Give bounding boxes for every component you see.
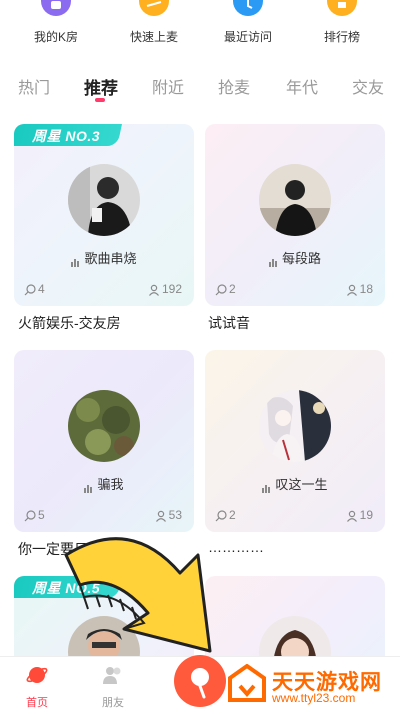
arrow-overlay	[64, 537, 212, 653]
watermark: 天天游戏网 www.ttyl23.com	[228, 663, 398, 710]
song-title-text: 每段路	[281, 251, 321, 266]
quick-entry-label: 快速上麦	[129, 30, 178, 44]
room-card[interactable]: 周星 NO.3 歌曲串烧 4 192	[14, 124, 194, 306]
avatar	[68, 164, 140, 236]
leaderboard-icon	[327, 0, 357, 16]
song-title-text: 歌曲串烧	[84, 251, 137, 266]
room-card[interactable]: 每段路 2 18	[205, 124, 385, 306]
listener-count: 192	[148, 282, 182, 296]
avatar	[259, 164, 331, 236]
song-title: 歌曲串烧	[14, 248, 194, 268]
song-title-text: 叹这一生	[275, 477, 328, 492]
song-title: 叹这一生	[205, 474, 385, 494]
watermark-url: www.ttyl23.com	[272, 691, 356, 705]
listener-count-text: 192	[161, 282, 182, 296]
friends-icon	[103, 667, 121, 684]
quick-mic-icon	[139, 0, 169, 16]
comment-count: 5	[24, 508, 45, 522]
comment-icon	[215, 284, 227, 296]
quick-entry-label: 排行榜	[323, 30, 360, 44]
quick-entries: 我的K房 快速上麦 最近访问 排行榜	[0, 0, 400, 60]
quick-entry-leaderboard[interactable]: 排行榜	[292, 0, 392, 60]
listener-count-text: 18	[359, 282, 373, 296]
room-card[interactable]: 叹这一生 2 19	[205, 350, 385, 532]
person-icon	[346, 284, 357, 296]
nav-friends-label: 朋友	[102, 697, 124, 709]
avatar	[259, 390, 331, 462]
tab-recommend[interactable]: 推荐	[84, 74, 118, 99]
music-bars-icon	[268, 252, 278, 268]
microphone-icon	[191, 668, 209, 699]
listener-count: 19	[346, 508, 373, 522]
music-bars-icon	[84, 478, 93, 494]
comment-count-text: 2	[229, 282, 236, 296]
person-icon	[149, 284, 159, 296]
active-tab-indicator	[95, 98, 105, 102]
comment-count-text: 2	[229, 508, 236, 522]
recent-visit-icon	[233, 0, 263, 16]
comment-icon	[24, 284, 36, 296]
center-action-button[interactable]	[174, 655, 226, 707]
quick-entry-quick-mic[interactable]: 快速上麦	[104, 0, 204, 60]
room-name[interactable]: 试试音	[208, 313, 250, 333]
home-planet-icon	[26, 667, 48, 683]
category-tabs: 热门 推荐 附近 抢麦 年代 交友	[0, 68, 400, 108]
room-name[interactable]: 火箭娱乐-交友房	[18, 313, 121, 333]
comment-count: 4	[24, 282, 45, 296]
quick-entry-label: 最近访问	[223, 30, 272, 44]
music-bars-icon	[71, 252, 80, 268]
nav-home-label: 首页	[26, 697, 48, 709]
my-room-icon	[41, 0, 71, 16]
tab-era[interactable]: 年代	[286, 74, 318, 98]
quick-entry-my-room[interactable]: 我的K房	[6, 0, 106, 60]
song-title-text: 骗我	[97, 477, 124, 492]
listener-count-text: 19	[359, 508, 373, 522]
nav-friends[interactable]: 朋友	[88, 663, 138, 710]
song-title: 每段路	[205, 248, 385, 268]
listener-count: 18	[346, 282, 373, 296]
tab-hot[interactable]: 热门	[18, 74, 50, 98]
music-bars-icon	[262, 478, 271, 494]
watermark-logo-icon	[228, 663, 266, 702]
tab-grab-mic[interactable]: 抢麦	[218, 74, 250, 98]
quick-entry-recent[interactable]: 最近访问	[198, 0, 298, 60]
avatar	[68, 390, 140, 462]
room-card[interactable]: 骗我 5 53	[14, 350, 194, 532]
tab-dating[interactable]: 交友	[352, 74, 384, 98]
nav-home[interactable]: 首页	[12, 663, 62, 710]
person-icon	[346, 510, 357, 522]
rank-badge-text: 周星 NO.3	[32, 128, 101, 144]
comment-count-text: 4	[38, 282, 45, 296]
tab-nearby[interactable]: 附近	[152, 74, 184, 98]
comment-count: 2	[215, 282, 236, 296]
song-title: 骗我	[14, 474, 194, 494]
comment-icon	[24, 510, 36, 522]
quick-entry-label: 我的K房	[33, 30, 78, 44]
comment-count-text: 5	[38, 508, 45, 522]
